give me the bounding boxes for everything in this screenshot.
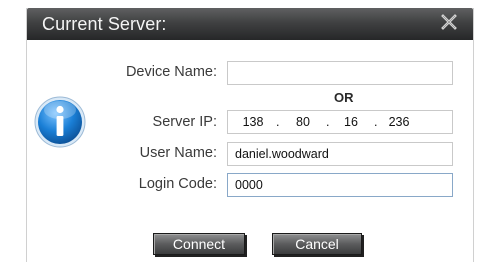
device-name-label: Device Name: — [125, 64, 217, 80]
connect-button[interactable]: Connect — [153, 233, 245, 255]
ip-octet-3[interactable]: 16 — [338, 115, 364, 129]
ip-separator-1: . — [276, 115, 280, 129]
server-ip-input[interactable]: 138 . 80 . 16 . 236 — [227, 110, 453, 134]
user-name-label: User Name: — [139, 145, 217, 161]
server-ip-label: Server IP: — [152, 114, 217, 130]
dialog-title: Current Server: — [42, 14, 167, 34]
ip-octet-4[interactable]: 236 — [386, 115, 412, 129]
device-name-input[interactable] — [227, 61, 453, 85]
ip-octet-2[interactable]: 80 — [290, 115, 316, 129]
current-server-dialog: Current Server: Device Name: OR Server I… — [26, 8, 474, 262]
login-code-input[interactable] — [227, 173, 453, 197]
or-separator-text: OR — [334, 90, 354, 105]
cancel-button[interactable]: Cancel — [272, 233, 362, 255]
login-code-label: Login Code: — [138, 176, 217, 192]
ip-separator-2: . — [326, 115, 330, 129]
ip-separator-3: . — [374, 115, 378, 129]
ip-octet-1[interactable]: 138 — [240, 115, 266, 129]
dialog-titlebar[interactable]: Current Server: — [27, 8, 473, 40]
close-icon[interactable] — [440, 13, 458, 31]
user-name-input[interactable] — [227, 142, 453, 166]
